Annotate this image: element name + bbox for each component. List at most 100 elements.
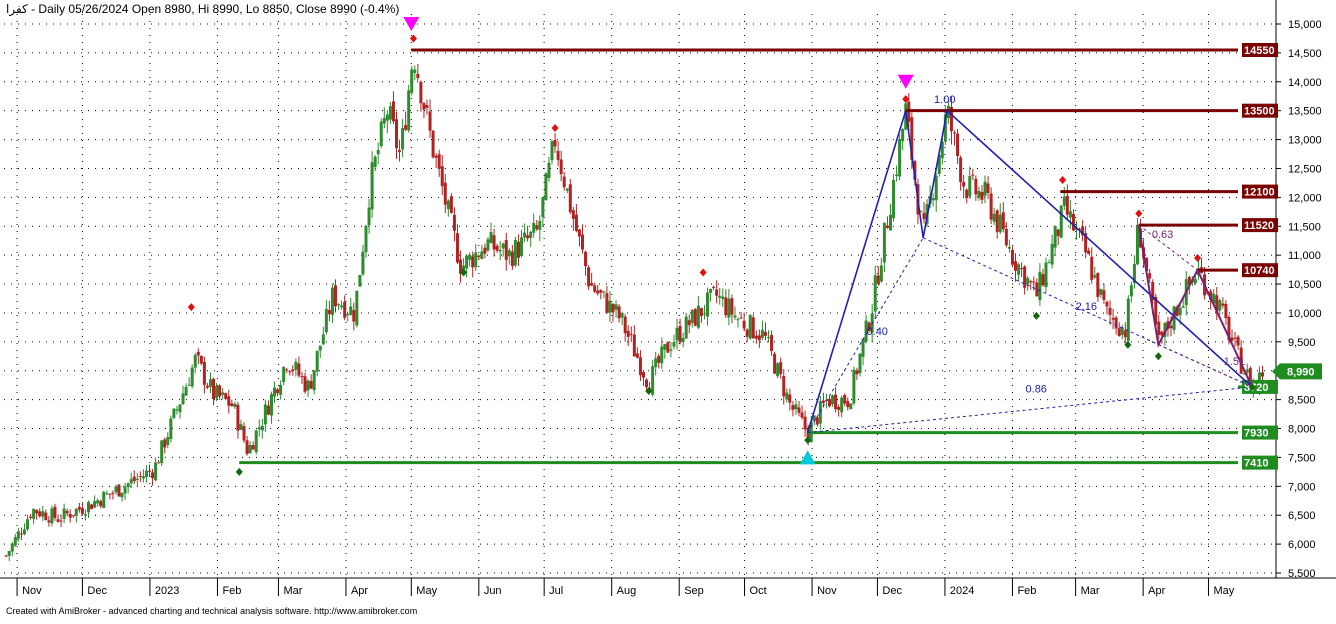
candle-body — [358, 274, 362, 287]
x-tick-label: Dec — [87, 585, 107, 597]
candle-body — [1010, 249, 1014, 265]
candle-body — [611, 304, 615, 313]
candle-body — [221, 392, 225, 395]
candle-body — [895, 174, 899, 176]
candle-body — [269, 394, 273, 416]
candle-body — [1087, 250, 1091, 255]
candle-body — [846, 401, 850, 408]
candle-body — [74, 508, 78, 516]
candle-body — [1221, 303, 1225, 306]
candle-body — [556, 150, 560, 160]
candle-body — [1071, 213, 1075, 231]
candle-body — [965, 189, 969, 199]
candle-body — [855, 370, 859, 375]
candle-body — [144, 470, 148, 477]
candle-body — [785, 392, 789, 400]
candle-body — [733, 315, 737, 318]
candle-body — [538, 220, 542, 231]
candle-body — [818, 401, 822, 424]
y-tick-label: 7,500 — [1288, 452, 1316, 464]
candle-body — [1157, 321, 1161, 335]
green-diamond-marker — [1154, 352, 1162, 361]
candle-body — [13, 537, 17, 546]
level-badge-text-7930: 7930 — [1244, 428, 1268, 440]
candle-body — [605, 293, 609, 313]
candle-body — [99, 501, 103, 507]
x-tick-label: Feb — [1017, 585, 1036, 597]
candle-body — [303, 376, 307, 392]
candle-body — [147, 470, 151, 472]
y-tick-label: 11,500 — [1288, 221, 1321, 233]
candle-body — [559, 159, 563, 175]
candle-body — [998, 214, 1002, 233]
candle-body — [520, 237, 524, 256]
y-tick-label: 7,000 — [1288, 481, 1316, 493]
candle-body — [440, 166, 444, 187]
candle-body — [1218, 300, 1222, 311]
candle-body — [1126, 298, 1130, 341]
candle-body — [1047, 262, 1051, 264]
candle-body — [300, 376, 304, 378]
candle-body — [474, 252, 478, 268]
candle-body — [227, 396, 231, 406]
candle-body — [632, 334, 636, 357]
candle-body — [22, 529, 26, 535]
candle-body — [44, 512, 48, 520]
x-tick-label: Mar — [283, 585, 302, 597]
candle-body — [291, 369, 295, 372]
candle-body — [782, 376, 786, 397]
candle-body — [273, 387, 277, 397]
candle-body — [693, 309, 697, 326]
candle-body — [123, 486, 127, 494]
candle-body — [1236, 336, 1240, 346]
candle-body — [843, 394, 847, 404]
candle-body — [483, 247, 487, 254]
candle-body — [370, 162, 374, 210]
candle-body — [93, 501, 97, 508]
candle-body — [986, 183, 990, 193]
candle-body — [748, 315, 752, 339]
candle-body — [934, 176, 938, 201]
y-tick-label: 6,000 — [1288, 539, 1316, 551]
red-diamond-marker — [551, 124, 559, 133]
candle-body — [346, 314, 350, 316]
candle-body — [516, 241, 520, 258]
candle-body — [68, 513, 72, 518]
chart-title: كفرا - Daily 05/26/2024 Open 8980, Hi 89… — [6, 2, 400, 16]
candle-body — [65, 510, 69, 514]
candle-body — [614, 304, 618, 310]
candle-body — [279, 385, 283, 395]
pattern-blue-ratio: 2.16 — [1076, 301, 1097, 313]
candle-body — [498, 250, 502, 252]
candle-body — [38, 511, 42, 517]
candle-body — [90, 504, 94, 510]
y-tick-label: 8,500 — [1288, 395, 1316, 407]
candle-body — [507, 250, 511, 257]
candle-body — [989, 193, 993, 220]
candle-body — [297, 363, 301, 376]
candle-body — [754, 335, 758, 339]
candle-body — [242, 426, 246, 441]
candle-body — [837, 406, 841, 410]
candle-body — [568, 184, 572, 213]
candle-body — [901, 129, 905, 142]
candle-body — [776, 363, 780, 377]
last-price-text: 8,990 — [1287, 366, 1315, 378]
y-tick-label: 9,500 — [1288, 337, 1316, 349]
candle-body — [477, 255, 481, 258]
x-tick-label: Feb — [222, 585, 241, 597]
candle-body — [154, 462, 158, 481]
candle-body — [120, 492, 124, 498]
candle-body — [922, 212, 926, 220]
candle-body — [19, 533, 23, 535]
candle-body — [1032, 281, 1036, 283]
candle-body — [266, 405, 270, 415]
candle-body — [437, 154, 441, 169]
candle-body — [29, 516, 33, 519]
candle-body — [32, 509, 36, 519]
candle-body — [163, 439, 167, 448]
candle-body — [282, 366, 286, 382]
candle-body — [879, 265, 883, 282]
candle-body — [431, 130, 435, 158]
x-tick-label: Oct — [750, 585, 767, 597]
